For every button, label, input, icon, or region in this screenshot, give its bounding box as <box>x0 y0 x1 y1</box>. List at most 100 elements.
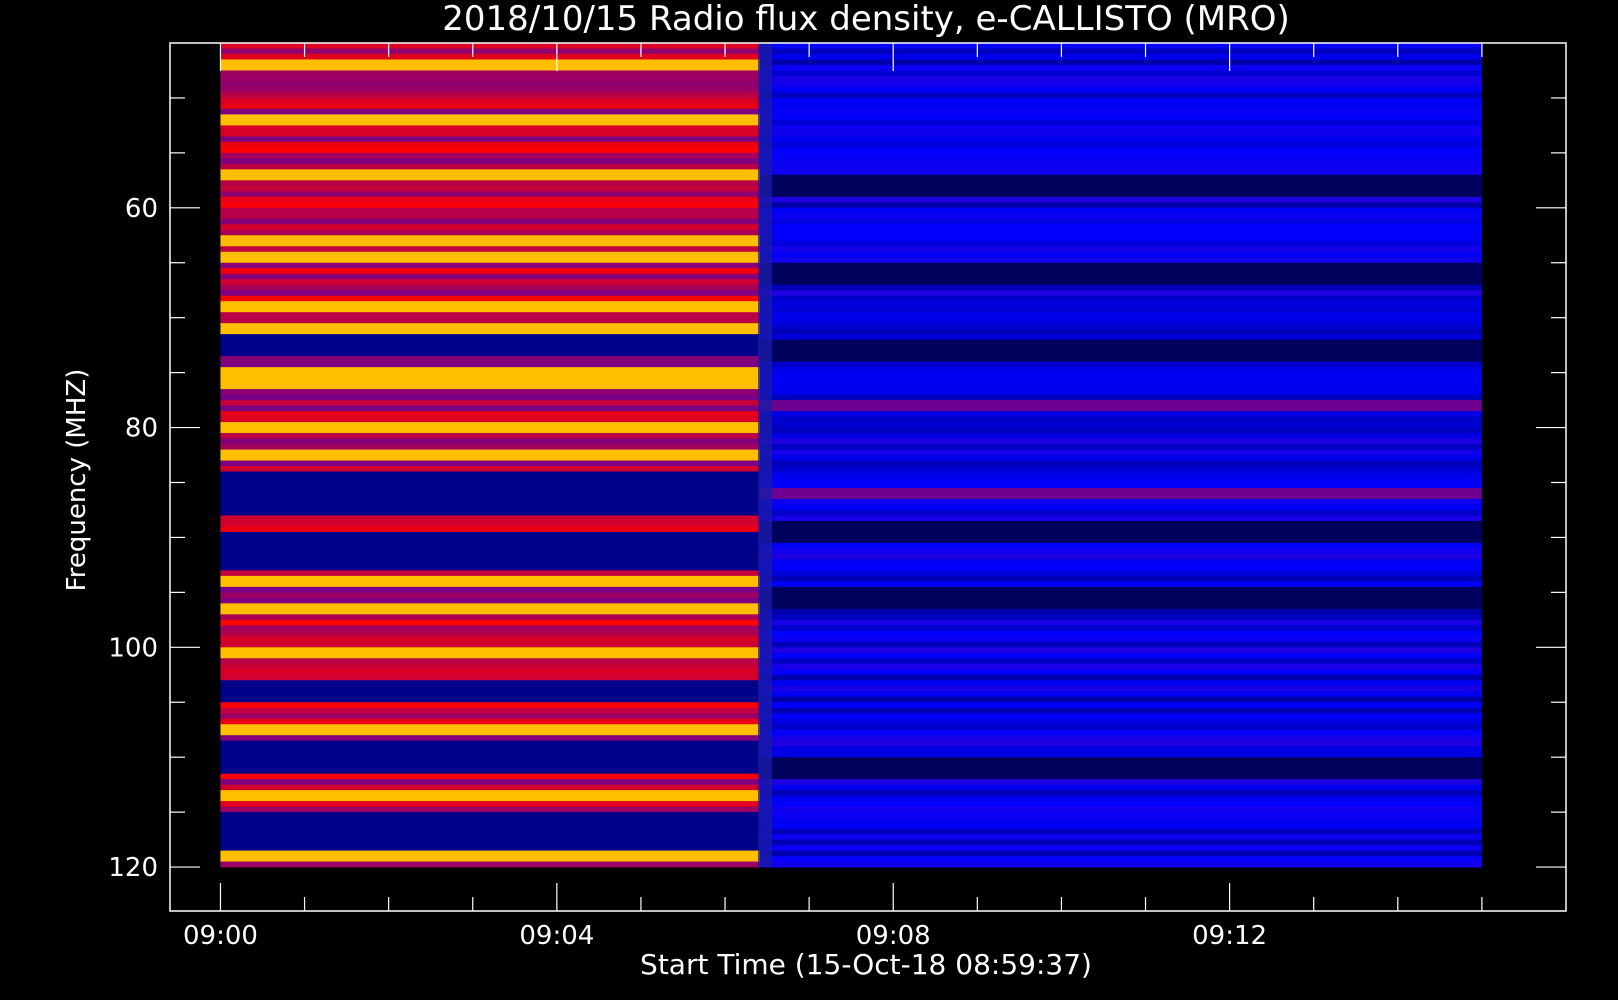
heatmap-row <box>760 812 1482 819</box>
heatmap-row <box>760 246 1482 253</box>
heatmap-row <box>760 75 1482 82</box>
heatmap-row <box>220 59 761 66</box>
heatmap-row <box>220 378 761 385</box>
heatmap-row <box>760 86 1482 93</box>
y-axis-label: Frequency (MHZ) <box>62 369 92 592</box>
heatmap-row <box>760 564 1482 571</box>
y-tick-label: 120 <box>108 853 158 883</box>
heatmap-row <box>220 334 761 341</box>
heatmap-row <box>220 773 761 780</box>
heatmap-row <box>220 240 761 247</box>
heatmap-row <box>220 339 761 346</box>
heatmap-row <box>220 81 761 88</box>
heatmap-row <box>220 779 761 786</box>
heatmap-row <box>760 229 1482 236</box>
heatmap-row <box>220 757 761 764</box>
heatmap-row <box>220 652 761 659</box>
heatmap-row <box>220 702 761 709</box>
heatmap-row <box>760 790 1482 797</box>
heatmap-row <box>760 784 1482 791</box>
heatmap-row <box>220 43 761 49</box>
heatmap-row <box>760 504 1482 511</box>
heatmap-row <box>220 361 761 368</box>
heatmap-row <box>760 130 1482 137</box>
heatmap-row <box>760 59 1482 66</box>
heatmap-row <box>220 147 761 154</box>
heatmap-row <box>220 262 761 269</box>
heatmap-row <box>220 345 761 352</box>
heatmap-row <box>220 405 761 412</box>
heatmap-row <box>760 43 1482 49</box>
heatmap-row <box>760 119 1482 126</box>
heatmap-row <box>760 405 1482 412</box>
heatmap-row <box>760 422 1482 428</box>
spectrogram-figure: 2018/10/15 Radio flux density, e-CALLIST… <box>0 0 1618 1000</box>
heatmap-row <box>220 504 761 511</box>
heatmap-row <box>760 619 1482 626</box>
heatmap-row <box>220 235 761 242</box>
heatmap-row <box>220 768 761 775</box>
heatmap-row <box>760 328 1482 335</box>
x-tick-label: 09:12 <box>1192 921 1267 951</box>
heatmap-row <box>220 251 761 258</box>
heatmap-row <box>760 251 1482 258</box>
heatmap-row <box>220 669 761 676</box>
heatmap-row <box>760 350 1482 357</box>
heatmap-row <box>220 625 761 632</box>
heatmap-row <box>760 290 1482 297</box>
heatmap-row <box>220 460 761 467</box>
heatmap-row <box>760 553 1482 560</box>
heatmap-row <box>760 526 1482 533</box>
heatmap-row <box>760 196 1482 203</box>
heatmap-row <box>220 103 761 110</box>
x-tick-label: 09:04 <box>519 921 594 951</box>
heatmap-row <box>220 762 761 769</box>
heatmap-row <box>760 751 1482 758</box>
heatmap-row <box>760 493 1482 500</box>
heatmap-row <box>220 48 761 55</box>
heatmap-row <box>760 284 1482 291</box>
heatmap-row <box>220 471 761 478</box>
heatmap-row <box>760 323 1482 330</box>
heatmap-row <box>760 856 1482 862</box>
heatmap-row <box>220 70 761 77</box>
heatmap-row <box>760 762 1482 769</box>
heatmap-row <box>220 273 761 280</box>
heatmap-row <box>760 603 1482 610</box>
heatmap-row <box>220 724 761 731</box>
heatmap-row <box>760 575 1482 582</box>
heatmap-row <box>760 147 1482 154</box>
heatmap-row <box>760 460 1482 467</box>
heatmap-row <box>760 218 1482 225</box>
heatmap-row <box>220 850 761 857</box>
heatmap-row <box>760 630 1482 637</box>
heatmap-row <box>760 224 1482 231</box>
heatmap-row <box>220 751 761 758</box>
heatmap-row <box>760 586 1482 593</box>
y-tick-label: 80 <box>125 414 158 444</box>
heatmap-row <box>760 482 1482 489</box>
heatmap-row <box>760 53 1482 60</box>
heatmap-row <box>760 240 1482 247</box>
heatmap-row <box>220 196 761 203</box>
heatmap-row <box>220 564 761 571</box>
heatmap-row <box>760 680 1482 687</box>
heatmap-row <box>760 746 1482 753</box>
heatmap-row <box>760 625 1482 632</box>
heatmap-row <box>220 466 761 472</box>
heatmap-row <box>220 537 761 544</box>
heatmap-row <box>760 718 1482 725</box>
heatmap-row <box>760 674 1482 681</box>
heatmap-row <box>760 845 1482 851</box>
heatmap-row <box>220 674 761 681</box>
heatmap-row <box>760 378 1482 385</box>
heatmap-row <box>760 202 1482 209</box>
heatmap-row <box>760 768 1482 775</box>
heatmap-row <box>760 48 1482 55</box>
heatmap-row <box>760 334 1482 341</box>
heatmap-row <box>220 312 761 319</box>
heatmap-row <box>220 356 761 363</box>
heatmap-row <box>220 526 761 533</box>
heatmap-row <box>220 394 761 401</box>
heatmap-row <box>220 713 761 720</box>
